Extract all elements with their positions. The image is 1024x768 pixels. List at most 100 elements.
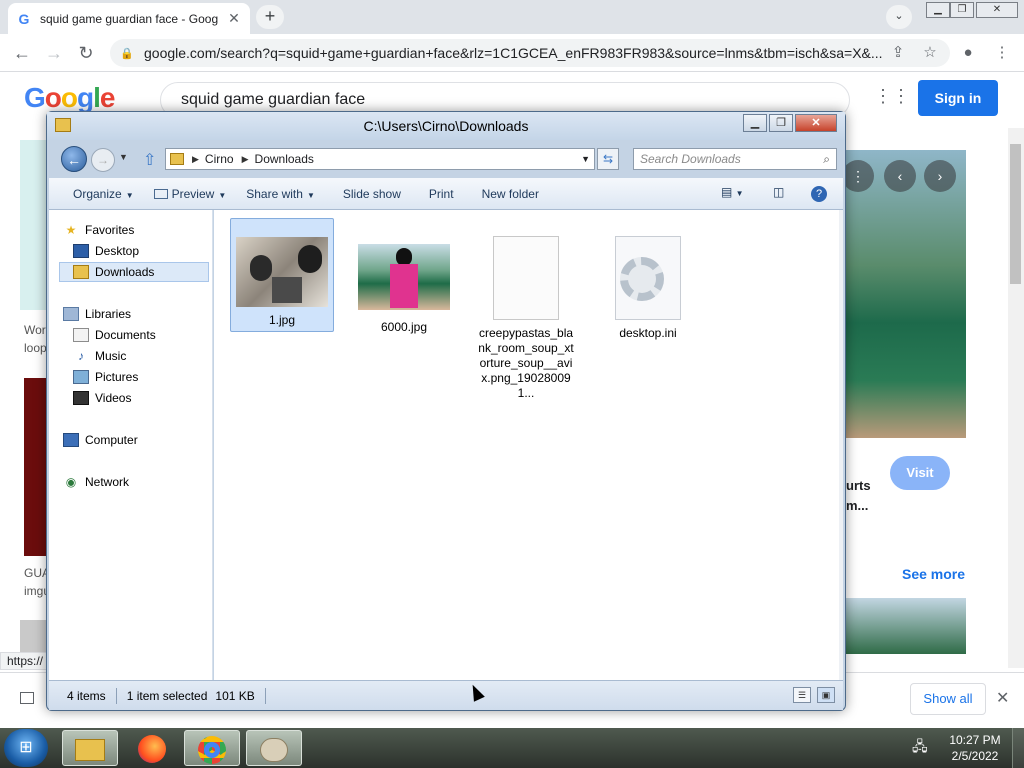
explorer-minimize-button[interactable]: ▁ (743, 114, 767, 132)
next-image-icon[interactable]: › (924, 160, 956, 192)
address-dropdown-icon[interactable]: ▼ (581, 154, 590, 164)
content-scrollbar[interactable] (839, 210, 843, 680)
breadcrumb-cirno[interactable]: Cirno (205, 152, 234, 166)
google-favicon-icon: G (18, 10, 30, 27)
explorer-maximize-button[interactable]: ❐ (769, 114, 793, 132)
new-tab-button[interactable]: + (256, 5, 284, 29)
address-bar[interactable]: 🔒 google.com/search?q=squid+game+guardia… (110, 39, 950, 67)
pictures-icon (73, 370, 89, 384)
network-icon: ◉ (65, 475, 77, 489)
file-item[interactable]: 1.jpg (230, 218, 334, 332)
nav-music[interactable]: ♪ Music (73, 346, 126, 366)
start-button[interactable]: ⊞ (4, 729, 48, 767)
print-button[interactable]: Print (419, 187, 464, 201)
file-item[interactable]: creepypastas_blank_room_soup_xtorture_so… (474, 218, 578, 401)
file-list: 1.jpg 6000.jpg creepypastas_blank_room_s… (214, 210, 839, 680)
profile-avatar-icon[interactable]: ● (954, 39, 982, 67)
nav-videos[interactable]: Videos (73, 388, 131, 408)
tab-search-button[interactable]: ⌄ (886, 5, 912, 29)
explorer-forward-icon[interactable]: → (91, 148, 115, 172)
bookmark-star-icon[interactable]: ☆ (916, 39, 944, 67)
clock[interactable]: 10:27 PM 2/5/2022 (946, 732, 1004, 764)
reload-icon[interactable]: ↻ (70, 37, 102, 69)
chrome-taskbar-icon[interactable] (184, 730, 240, 766)
menu-kebab-icon[interactable]: ⋮ (988, 39, 1016, 67)
details-view-icon[interactable]: ☰ (793, 687, 811, 703)
image-thumbnail (236, 237, 328, 307)
status-separator (115, 687, 117, 704)
slide-show-button[interactable]: Slide show (333, 187, 411, 201)
close-window-button[interactable]: ✕ (976, 2, 1018, 18)
new-folder-button[interactable]: New folder (472, 187, 549, 201)
maximize-button[interactable]: ❐ (950, 2, 974, 18)
result-source: loop (24, 341, 47, 355)
preview-title-line[interactable]: urts (846, 478, 871, 493)
show-all-button[interactable]: Show all (910, 683, 986, 715)
breadcrumb-downloads[interactable]: Downloads (255, 152, 314, 166)
nav-desktop[interactable]: Desktop (73, 241, 139, 261)
see-more-link[interactable]: See more (902, 566, 965, 582)
visit-button[interactable]: Visit (890, 456, 950, 490)
nav-network[interactable]: ◉ Network (63, 472, 129, 492)
previous-image-icon[interactable]: ‹ (884, 160, 916, 192)
more-options-icon[interactable]: ⋮ (842, 160, 874, 192)
preview-menu[interactable]: Preview ▼ (144, 187, 237, 201)
nav-favorites[interactable]: ★ Favorites (63, 220, 135, 240)
back-arrow-icon[interactable]: ← (6, 37, 38, 69)
details-status-bar: 4 items 1 item selected 101 KB ☰ ▣ (49, 680, 843, 710)
libraries-icon (63, 307, 79, 321)
taskbar: ⊞ 🖧 10:27 PM 2/5/2022 (0, 728, 1024, 768)
change-view-icon[interactable]: ▤ ▼ (721, 185, 744, 199)
scrollbar-thumb[interactable] (1010, 144, 1021, 284)
network-tray-icon[interactable]: 🖧 (912, 736, 928, 760)
documents-icon (73, 328, 89, 342)
explorer-taskbar-icon[interactable] (62, 730, 118, 766)
explorer-titlebar[interactable]: C:\Users\Cirno\Downloads ▁ ❐ ✕ (47, 112, 845, 140)
help-icon[interactable]: ? (811, 186, 827, 202)
sign-in-button[interactable]: Sign in (918, 80, 998, 116)
preview-title-line[interactable]: m... (846, 498, 868, 513)
up-folder-icon[interactable]: ⇧ (143, 150, 156, 170)
browser-tab[interactable]: G squid game guardian face - Google ✕ (8, 3, 250, 34)
file-item[interactable]: 6000.jpg (352, 218, 456, 335)
share-with-menu[interactable]: Share with ▼ (236, 187, 325, 201)
share-icon[interactable]: ⇪ (884, 39, 912, 67)
result-title[interactable]: Wor (24, 323, 46, 337)
refresh-icon[interactable]: ⇆ (597, 148, 619, 170)
nav-documents[interactable]: Documents (73, 325, 156, 345)
show-desktop-button[interactable] (1012, 728, 1024, 768)
nav-pictures[interactable]: Pictures (73, 367, 138, 387)
paint-taskbar-icon[interactable] (246, 730, 302, 766)
explorer-address-bar[interactable]: ▶ Cirno ▶ Downloads ▼ (165, 148, 595, 170)
google-apps-icon[interactable]: ⋮⋮⋮ (874, 86, 928, 110)
explorer-search-input[interactable]: Search Downloads ⌕ (633, 148, 837, 170)
preview-pane-icon[interactable]: ◫ (773, 185, 784, 199)
firefox-taskbar-icon[interactable] (124, 730, 180, 766)
nav-downloads[interactable]: Downloads (59, 262, 209, 282)
search-icon[interactable]: ⌕ (823, 149, 830, 169)
page-scrollbar[interactable] (1008, 128, 1024, 668)
tab-close-icon[interactable]: ✕ (226, 10, 242, 27)
breadcrumb-arrow-icon[interactable]: ▶ (242, 154, 249, 165)
star-icon: ★ (65, 223, 77, 237)
explorer-close-button[interactable]: ✕ (795, 114, 837, 132)
forward-arrow-icon[interactable]: → (38, 37, 70, 69)
large-icons-view-icon[interactable]: ▣ (817, 687, 835, 703)
minimize-button[interactable]: ▁ (926, 2, 950, 18)
address-url[interactable]: google.com/search?q=squid+game+guardian+… (144, 45, 884, 61)
related-image-thumbnail[interactable] (846, 598, 966, 654)
explorer-back-icon[interactable]: ← (61, 146, 87, 172)
close-download-bar-icon[interactable]: ✕ (996, 688, 1009, 708)
downloads-folder-icon (73, 265, 89, 279)
browser-toolbar: ← → ↻ 🔒 google.com/search?q=squid+game+g… (0, 34, 1024, 72)
preview-image[interactable] (846, 150, 966, 438)
google-logo[interactable]: Google (24, 82, 115, 114)
nav-libraries[interactable]: Libraries (63, 304, 131, 324)
breadcrumb-arrow-icon[interactable]: ▶ (192, 154, 199, 165)
clock-time: 10:27 PM (949, 733, 1001, 747)
nav-computer[interactable]: Computer (63, 430, 138, 450)
organize-menu[interactable]: Organize ▼ (63, 187, 144, 201)
navigation-pane: ★ Favorites Desktop Downloads Libraries D… (49, 210, 213, 680)
recent-pages-dropdown-icon[interactable]: ▼ (119, 152, 128, 162)
file-item[interactable]: desktop.ini (596, 218, 700, 341)
